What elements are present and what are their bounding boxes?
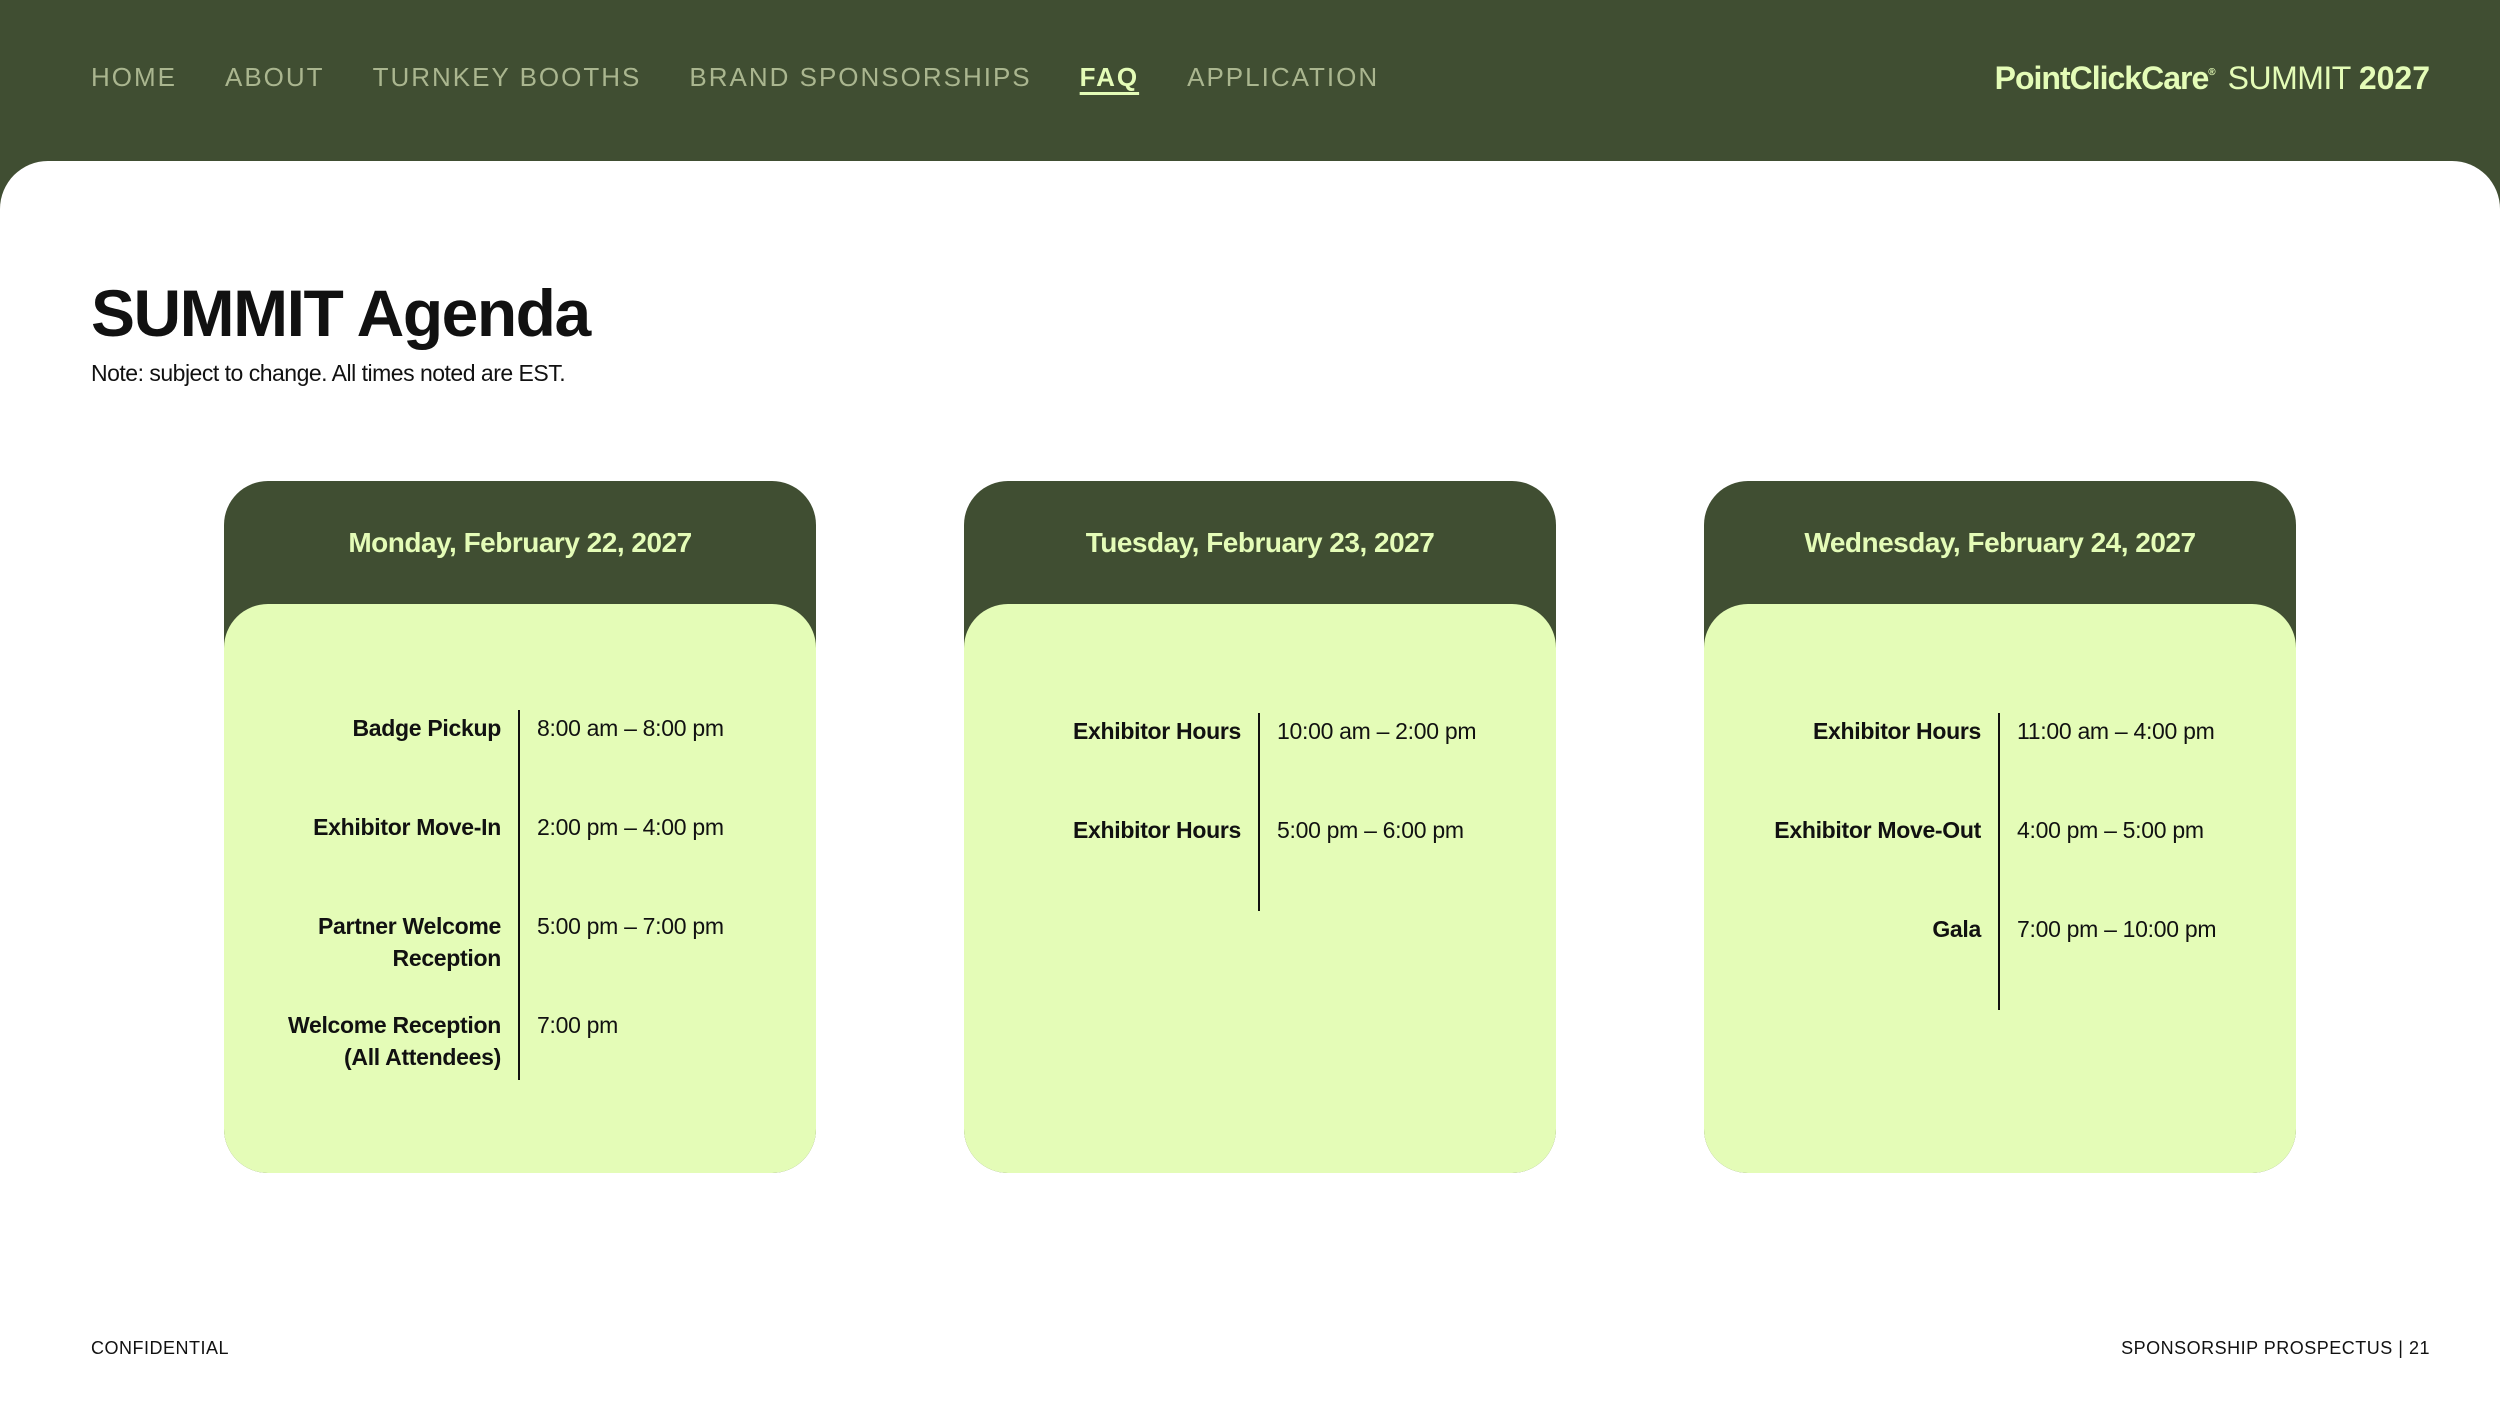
schedule-label: Exhibitor Move-In [313, 814, 501, 840]
schedule-row: Gala 7:00 pm – 10:00 pm [1704, 913, 2296, 945]
day-card-tuesday: Tuesday, February 23, 2027 Exhibitor Hou… [964, 481, 1556, 1173]
schedule-label: Badge Pickup [352, 715, 502, 741]
schedule-row: Welcome Reception (All Attendees) 7:00 p… [224, 1009, 816, 1073]
schedule-time: 11:00 am – 4:00 pm [2017, 718, 2215, 744]
footer-page-info: SPONSORSHIP PROSPECTUS | 21 [2121, 1338, 2430, 1358]
nav-item-faq[interactable]: FAQ [1080, 62, 1139, 93]
schedule-row: Partner Welcome Reception 5:00 pm – 7:00… [224, 910, 816, 974]
page-title: SUMMIT Agenda [91, 276, 591, 350]
schedule-label: Exhibitor Hours [1072, 817, 1241, 843]
schedule-time: 2:00 pm – 4:00 pm [537, 814, 724, 840]
schedule-label: Partner Welcome Reception [318, 913, 501, 971]
day-card-date: Wednesday, February 24, 2027 [1804, 527, 2196, 558]
schedule-time: 8:00 am – 8:00 pm [537, 715, 724, 741]
schedule-label: Exhibitor Move-Out [1774, 817, 1981, 843]
top-nav: HOME ABOUT TURNKEY BOOTHS BRAND SPONSORS… [91, 62, 1427, 93]
header: HOME ABOUT TURNKEY BOOTHS BRAND SPONSORS… [0, 0, 2500, 161]
schedule-row: Exhibitor Move-In 2:00 pm – 4:00 pm [224, 811, 816, 843]
page-note: Note: subject to change. All times noted… [91, 360, 566, 386]
brand-name: PointClickCare [1994, 60, 2210, 96]
schedule-row: Exhibitor Hours 5:00 pm – 6:00 pm [964, 814, 1556, 846]
schedule-row: Exhibitor Move-Out 4:00 pm – 5:00 pm [1704, 814, 2296, 846]
schedule-row: Exhibitor Hours 10:00 am – 2:00 pm [964, 715, 1556, 747]
schedule-time: 5:00 pm – 6:00 pm [1277, 817, 1464, 843]
schedule-time: 7:00 pm – 10:00 pm [2017, 916, 2217, 942]
day-card-monday: Monday, February 22, 2027 Badge Pickup 8… [224, 481, 816, 1173]
page: HOME ABOUT TURNKEY BOOTHS BRAND SPONSORS… [0, 0, 2500, 1406]
brand-registered-mark: ® [2208, 67, 2216, 78]
schedule-divider [1998, 713, 2000, 1010]
schedule-row: Exhibitor Hours 11:00 am – 4:00 pm [1704, 715, 2296, 747]
day-card-wednesday: Wednesday, February 24, 2027 Exhibitor H… [1704, 481, 2296, 1173]
nav-item-home[interactable]: HOME [91, 62, 177, 93]
schedule-label: Exhibitor Hours [1072, 718, 1241, 744]
day-card-body: Exhibitor Hours 10:00 am – 2:00 pm Exhib… [964, 604, 1556, 1173]
schedule-row: Badge Pickup 8:00 am – 8:00 pm [224, 712, 816, 744]
nav-item-application[interactable]: APPLICATION [1187, 62, 1379, 93]
nav-item-turnkey-booths[interactable]: TURNKEY BOOTHS [373, 62, 642, 93]
day-card-date: Tuesday, February 23, 2027 [1085, 527, 1435, 558]
schedule-time: 5:00 pm – 7:00 pm [537, 913, 724, 939]
day-card-body: Exhibitor Hours 11:00 am – 4:00 pm Exhib… [1704, 604, 2296, 1173]
nav-item-brand-sponsorships[interactable]: BRAND SPONSORSHIPS [689, 62, 1031, 93]
brand-year: 2027 [2358, 60, 2430, 96]
schedule-time: 7:00 pm [537, 1012, 619, 1038]
schedule-time: 4:00 pm – 5:00 pm [2017, 817, 2204, 843]
schedule-label: Welcome Reception (All Attendees) [287, 1012, 501, 1070]
day-card-date: Monday, February 22, 2027 [348, 527, 692, 558]
schedule-time: 10:00 am – 2:00 pm [1277, 718, 1477, 744]
nav-item-about[interactable]: ABOUT [225, 62, 325, 93]
brand-event: SUMMIT [2227, 60, 2352, 96]
day-card-body: Badge Pickup 8:00 am – 8:00 pm Exhibitor… [224, 604, 816, 1173]
schedule-label: Exhibitor Hours [1812, 718, 1981, 744]
schedule-label: Gala [1932, 916, 1981, 942]
brand-logo: PointClickCare ® SUMMIT 2027 [1995, 60, 2430, 97]
footer-confidential: CONFIDENTIAL [91, 1338, 230, 1358]
